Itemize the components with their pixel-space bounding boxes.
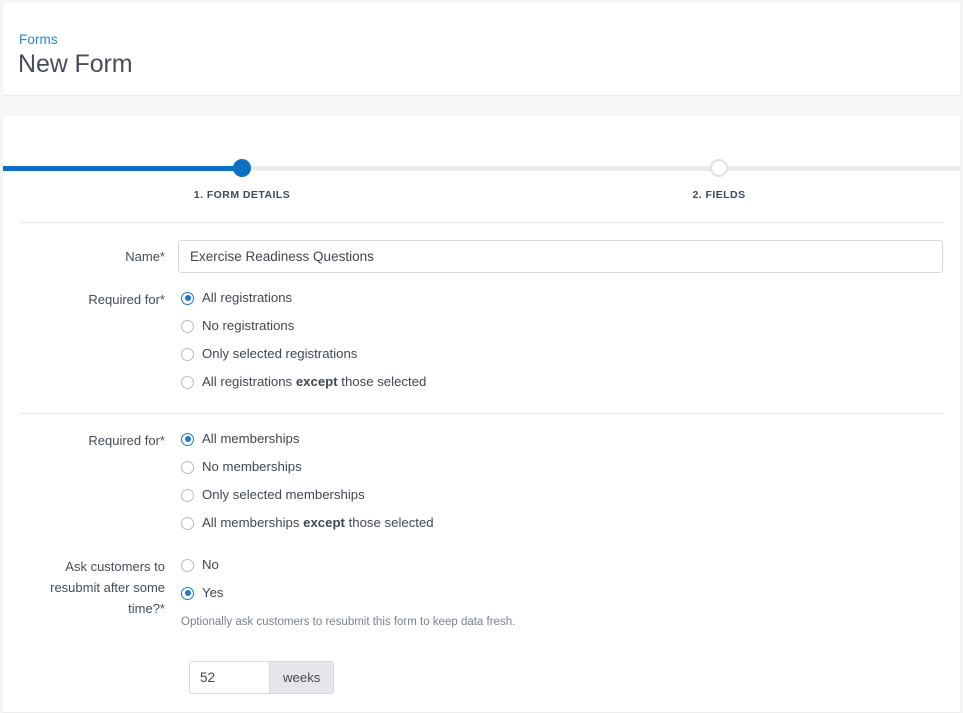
divider-top [20, 222, 943, 223]
radio-label: No [202, 556, 219, 574]
radio-label-part-after: those selected [345, 515, 434, 530]
label-required-for-registrations: Required for* [3, 289, 165, 310]
radio-label: All memberships [202, 430, 299, 448]
radio-indicator[interactable] [181, 292, 194, 305]
resubmit-interval-input[interactable] [189, 661, 269, 694]
radio-only-selected-registrations[interactable]: Only selected registrations [181, 345, 357, 363]
radio-label: Only selected memberships [202, 486, 365, 504]
breadcrumb-forms[interactable]: Forms [19, 32, 58, 47]
radio-label: All registrations except those selected [202, 373, 426, 391]
radio-indicator[interactable] [181, 587, 194, 600]
label-name: Name* [3, 246, 165, 267]
radio-label-emphasis: except [303, 515, 345, 530]
radio-label-part-before: All registrations [202, 374, 296, 389]
radio-indicator[interactable] [181, 433, 194, 446]
radio-no-memberships[interactable]: No memberships [181, 458, 302, 476]
divider-middle [20, 413, 943, 414]
stepper-progress-fill [3, 166, 242, 171]
radio-label-part-after: those selected [338, 374, 427, 389]
radio-label: No registrations [202, 317, 294, 335]
radio-label: No memberships [202, 458, 302, 476]
radio-all-registrations[interactable]: All registrations [181, 289, 292, 307]
step-label-fields[interactable]: 2. FIELDS [619, 189, 819, 201]
step-dot-form-details[interactable] [233, 159, 251, 177]
radio-indicator[interactable] [181, 517, 194, 530]
radio-indicator[interactable] [181, 489, 194, 502]
label-required-for-memberships: Required for* [3, 430, 165, 451]
radio-label-emphasis: except [296, 374, 338, 389]
radio-indicator[interactable] [181, 559, 194, 572]
radio-label: All memberships except those selected [202, 514, 434, 532]
radio-resubmit-no[interactable]: No [181, 556, 219, 574]
step-dot-fields[interactable] [710, 159, 728, 177]
page-title: New Form [18, 50, 132, 79]
wizard-stepper: 1. FORM DETAILS 2. FIELDS [3, 116, 960, 222]
label-ask-resubmit: Ask customers to resubmit after some tim… [3, 556, 165, 619]
radio-label: Yes [202, 584, 224, 602]
radio-indicator[interactable] [181, 461, 194, 474]
radio-no-registrations[interactable]: No registrations [181, 317, 294, 335]
label-ask-resubmit-line1: Ask customers to [3, 556, 165, 577]
name-input[interactable] [178, 240, 943, 273]
form-card: 1. FORM DETAILS 2. FIELDS Name* Required… [3, 116, 960, 712]
radio-all-memberships[interactable]: All memberships [181, 430, 299, 448]
page-root: Forms New Form 1. FORM DETAILS 2. FIELDS… [0, 0, 963, 713]
radio-label: Only selected registrations [202, 345, 357, 363]
resubmit-help-text: Optionally ask customers to resubmit thi… [181, 616, 515, 628]
step-label-form-details[interactable]: 1. FORM DETAILS [142, 189, 342, 201]
radio-label-part-before: All memberships [202, 515, 303, 530]
radio-indicator[interactable] [181, 376, 194, 389]
label-ask-resubmit-line3: time?* [3, 598, 165, 619]
radio-indicator[interactable] [181, 320, 194, 333]
radio-only-selected-memberships[interactable]: Only selected memberships [181, 486, 365, 504]
resubmit-interval-input-group: weeks [189, 661, 334, 694]
radio-all-registrations-except[interactable]: All registrations except those selected [181, 373, 426, 391]
page-header-card: Forms New Form [3, 3, 960, 95]
resubmit-interval-unit-addon: weeks [269, 661, 334, 694]
radio-resubmit-yes[interactable]: Yes [181, 584, 224, 602]
radio-all-memberships-except[interactable]: All memberships except those selected [181, 514, 434, 532]
radio-label: All registrations [202, 289, 292, 307]
radio-indicator[interactable] [181, 348, 194, 361]
label-ask-resubmit-line2: resubmit after some [3, 577, 165, 598]
